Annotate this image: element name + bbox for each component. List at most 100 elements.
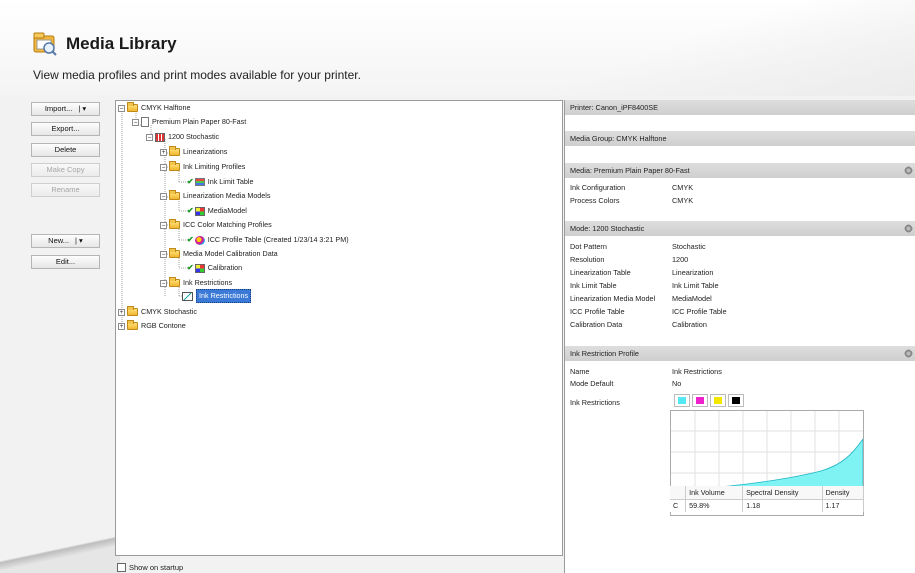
folder-icon [169,277,180,287]
expand-icon[interactable]: + [160,148,167,156]
tree-node-label: Ink Limiting Profiles [183,162,246,171]
new-button[interactable]: New... | ▾ [31,234,100,248]
tree-node-icc-color-matching-profiles[interactable]: − ICC Color Matching Profiles [160,219,272,231]
prop-label: Linearization Table [570,268,631,277]
checkmark-icon: ✔ [187,177,194,186]
tree-node-label: Ink Restrictions [183,278,233,287]
folder-icon [169,219,180,229]
ink-restriction-profile-header: Ink Restriction Profile [565,346,915,361]
document-icon [141,117,149,127]
checkbox-icon[interactable] [117,563,126,572]
prop-value: Stochastic [672,242,706,251]
tree-node-1200-stochastic[interactable]: − 1200 Stochastic [146,131,219,143]
cyan-swatch[interactable] [674,394,690,407]
gear-icon[interactable] [904,349,913,358]
header-decoration [535,0,915,96]
tree-node-rgb-contone[interactable]: + RGB Contone [118,320,186,332]
prop-label: Mode Default [570,379,614,388]
tree-node-ink-restrictions-folder[interactable]: − Ink Restrictions [160,277,232,289]
table-header: Density [822,486,865,500]
collapse-icon[interactable]: − [146,133,153,141]
prop-label: Name [570,367,590,376]
prop-value: CMYK [672,183,694,192]
prop-label: ICC Profile Table [570,307,625,316]
tree-node-cmyk-stochastic[interactable]: + CMYK Stochastic [118,306,197,318]
media-header-label: Media: Premium Plain Paper 80-Fast [570,166,690,175]
gear-icon[interactable] [904,224,913,233]
rename-button[interactable]: Rename [31,183,100,197]
tree-node-label: Ink Restrictions [196,289,252,303]
prop-value: Linearization [672,268,714,277]
header: Media Library View media profiles and pr… [0,0,915,96]
gear-icon[interactable] [904,166,913,175]
import-button-label: Import... [44,104,73,113]
yellow-swatch[interactable] [710,394,726,407]
tree-node-icc-profile-table[interactable]: ✔ ICC Profile Table (Created 1/23/14 3:2… [187,234,349,246]
folder-icon [127,102,138,112]
tree-node-label: CMYK Stochastic [141,307,197,316]
expand-icon[interactable]: + [118,322,125,330]
prop-value: ICC Profile Table [672,307,727,316]
checkmark-icon: ✔ [187,206,194,215]
table-header: Spectral Density [742,486,823,500]
collapse-icon[interactable]: − [160,279,167,287]
collapse-icon[interactable]: − [132,118,139,126]
prop-value: CMYK [672,196,694,205]
collapse-icon[interactable]: − [160,250,167,258]
table-cell: C [670,499,687,512]
tree-node-linearization-media-models[interactable]: − Linearization Media Models [160,190,271,202]
ink-restriction-profile-label: Ink Restriction Profile [570,349,639,358]
tree-node-label: 1200 Stochastic [168,132,220,141]
folder-icon [169,161,180,171]
collapse-icon[interactable]: − [118,104,125,112]
collapse-icon[interactable]: − [160,192,167,200]
tree-node-label: Premium Plain Paper 80-Fast [152,117,247,126]
tree-node-media-model-calibration-data[interactable]: − Media Model Calibration Data [160,248,278,260]
collapse-icon[interactable]: − [160,163,167,171]
tree-node-label: CMYK Halftone [141,103,191,112]
tree-node-calibration[interactable]: ✔ Calibration [187,262,242,274]
tree-node-media-model[interactable]: ✔ MediaModel [187,205,247,217]
media-header: Media: Premium Plain Paper 80-Fast [565,163,915,178]
tree-node-cmyk-halftone[interactable]: − CMYK Halftone [118,102,191,114]
tree-node-ink-limiting-profiles[interactable]: − Ink Limiting Profiles [160,161,245,173]
folder-icon [127,320,138,330]
page-subtitle: View media profiles and print modes avai… [33,68,361,82]
folder-icon [169,248,180,258]
table-header-row: Ink Volume Spectral Density Density [670,486,865,500]
edit-button[interactable]: Edit... [31,255,100,269]
prop-value: No [672,379,682,388]
decorative-swoosh [0,530,120,573]
media-group-header: Media Group: CMYK Halftone [565,131,915,146]
tree-node-ink-restrictions-selected[interactable]: Ink Restrictions [182,289,252,303]
prop-label: Dot Pattern [570,242,607,251]
tree-node-label: ICC Profile Table (Created 1/23/14 3:21 … [207,235,349,244]
media-model-icon [194,206,205,216]
chevron-down-icon[interactable]: | ▾ [78,103,86,115]
show-on-startup-checkbox[interactable]: Show on startup [117,563,183,572]
media-tree[interactable]: − CMYK Halftone − Premium Plain Paper 80… [115,100,563,556]
checkmark-icon: ✔ [187,235,194,244]
page-title: Media Library [66,34,177,53]
black-swatch[interactable] [728,394,744,407]
chevron-down-icon[interactable]: | ▾ [75,235,83,247]
folder-icon [169,190,180,200]
table-cell: 1.17 [822,499,865,512]
make-copy-button[interactable]: Make Copy [31,163,100,177]
tree-node-label: MediaModel [207,206,247,215]
table-row: C 59.8% 1.18 1.17 [670,499,865,512]
tree-node-label: Ink Limit Table [207,177,254,186]
tree-node-ink-limit-table[interactable]: ✔ Ink Limit Table [187,176,254,188]
delete-button[interactable]: Delete [31,143,100,157]
magenta-swatch[interactable] [692,394,708,407]
tree-node-linearizations[interactable]: + Linearizations [160,146,227,158]
import-button[interactable]: Import... | ▾ [31,102,100,116]
tree-node-premium-plain-paper[interactable]: − Premium Plain Paper 80-Fast [132,116,246,128]
export-button[interactable]: Export... [31,122,100,136]
collapse-icon[interactable]: − [160,221,167,229]
folder-icon [127,306,138,316]
tree-node-label: ICC Color Matching Profiles [183,220,272,229]
expand-icon[interactable]: + [118,308,125,316]
mode-header: Mode: 1200 Stochastic [565,221,915,236]
tree-node-label: RGB Contone [141,321,186,330]
